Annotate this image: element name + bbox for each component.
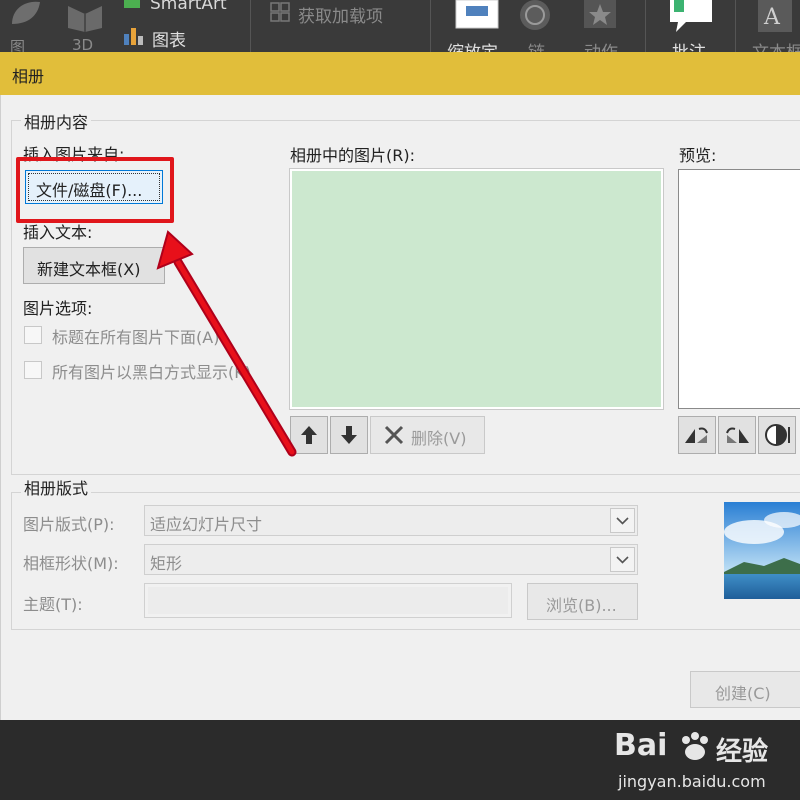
browse-button-label: 浏览(B)...	[546, 596, 617, 615]
frame-shape-value: 矩形	[150, 554, 183, 573]
picture-layout-dropdown[interactable]	[610, 508, 635, 533]
annotation-highlight-box	[16, 157, 174, 223]
pictures-listbox[interactable]	[289, 168, 664, 410]
browse-button[interactable]: 浏览(B)...	[527, 583, 638, 620]
album-content-legend: 相册内容	[21, 109, 92, 133]
picture-layout-value: 适应幻灯片尺寸	[150, 515, 263, 534]
3d-cube-icon	[68, 6, 102, 32]
new-textbox-button-label: 新建文本框(X)	[37, 260, 141, 279]
addins-button[interactable]: 获取加载项	[298, 2, 383, 27]
remove-button[interactable]: 删除(V)	[370, 416, 485, 454]
chart-button[interactable]: 图表	[152, 26, 186, 51]
pictures-in-album-label: 相册中的图片(R):	[290, 146, 415, 165]
baidu-jingyan-watermark: Bai 经验 jingyan.baidu.com	[612, 728, 800, 798]
chevron-down-icon	[616, 517, 629, 525]
create-button[interactable]: 创建(C)	[690, 671, 800, 708]
contrast-button[interactable]	[758, 416, 796, 454]
chart-icon[interactable]	[123, 24, 145, 46]
frame-shape-label: 相框形状(M):	[23, 554, 119, 573]
ribbon-separator	[430, 0, 431, 52]
svg-text:A: A	[763, 5, 781, 30]
rotate-right-button[interactable]	[718, 416, 756, 454]
link-icon[interactable]	[516, 0, 554, 34]
album-layout-legend: 相册版式	[21, 475, 92, 499]
picture-options-label: 图片选项:	[23, 299, 93, 318]
smartart-button[interactable]: SmartArt	[150, 0, 227, 14]
smartart-icon[interactable]	[122, 0, 144, 10]
picture-layout-select[interactable]: 适应幻灯片尺寸	[144, 505, 638, 536]
preview-label: 预览:	[679, 146, 717, 165]
arrow-down-icon	[341, 426, 357, 444]
rotate-left-icon	[685, 427, 708, 443]
dialog-titlebar: 相册	[0, 52, 800, 95]
theme-input[interactable]	[144, 583, 512, 618]
leaf-icon	[12, 1, 40, 24]
theme-label: 主题(T):	[23, 595, 83, 614]
ribbon-separator	[645, 0, 646, 52]
theme-input-inner	[148, 587, 508, 614]
captions-below-checkbox[interactable]	[24, 326, 42, 344]
contrast-icon	[765, 424, 790, 446]
ribbon: 图 3D SmartArt 图表 获取加载项 缩放定 链 动作 批	[0, 0, 800, 63]
layout-thumbnail-image	[724, 502, 800, 599]
preview-pane	[678, 169, 800, 409]
arrow-up-icon	[301, 426, 317, 444]
ribbon-separator	[735, 0, 736, 52]
move-up-button[interactable]	[290, 416, 328, 454]
paw-icon	[682, 732, 708, 760]
zoom-icon[interactable]	[454, 0, 500, 30]
create-button-label: 创建(C)	[715, 684, 771, 703]
move-down-button[interactable]	[330, 416, 368, 454]
comment-icon[interactable]	[668, 0, 714, 34]
chevron-down-icon	[616, 556, 629, 564]
star-icon[interactable]	[583, 0, 617, 30]
watermark-brand: Bai	[614, 728, 668, 763]
remove-button-label: 删除(V)	[411, 429, 467, 448]
frame-shape-select[interactable]: 矩形	[144, 544, 638, 575]
rotate-left-button[interactable]	[678, 416, 716, 454]
ribbon-separator	[250, 0, 251, 52]
watermark-brand-2: 经验	[716, 737, 769, 767]
captions-below-label[interactable]: 标题在所有图片下面(A)	[52, 324, 219, 348]
rotate-right-icon	[726, 427, 749, 443]
textbox-icon[interactable]: A	[756, 0, 796, 34]
dialog-title: 相册	[12, 67, 45, 86]
new-textbox-button[interactable]: 新建文本框(X)	[23, 247, 165, 284]
frame-shape-dropdown[interactable]	[610, 547, 635, 572]
addins-icon[interactable]	[270, 2, 290, 22]
black-white-checkbox[interactable]	[24, 361, 42, 379]
black-white-label[interactable]: 所有图片以黑白方式显示(K)	[52, 359, 251, 383]
delete-x-icon	[384, 425, 404, 445]
picture-layout-label: 图片版式(P):	[23, 515, 115, 534]
watermark-url: jingyan.baidu.com	[618, 772, 766, 791]
